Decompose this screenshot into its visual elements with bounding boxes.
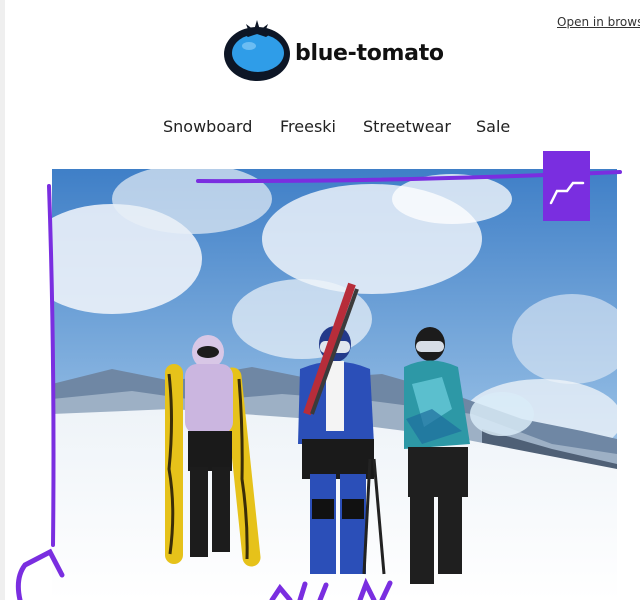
corner-badge	[543, 151, 590, 221]
brand-logo[interactable]: blue-tomato	[222, 18, 452, 84]
nav-item-freeski[interactable]: Freeski	[280, 117, 336, 136]
hero-photo-skiers	[52, 169, 617, 600]
logo-wordmark: blue-tomato	[295, 41, 444, 66]
corner-arrow-icon	[549, 181, 585, 205]
hero-image[interactable]	[52, 169, 617, 600]
nav-item-snowboard[interactable]: Snowboard	[163, 117, 252, 136]
tomato-icon	[224, 20, 290, 81]
open-in-browser-link[interactable]: Open in browser	[557, 15, 640, 29]
page-left-edge	[0, 0, 5, 600]
main-navigation: Snowboard Freeski Streetwear Sale	[0, 117, 640, 139]
nav-item-sale[interactable]: Sale	[476, 117, 510, 136]
nav-item-streetwear[interactable]: Streetwear	[363, 117, 451, 136]
